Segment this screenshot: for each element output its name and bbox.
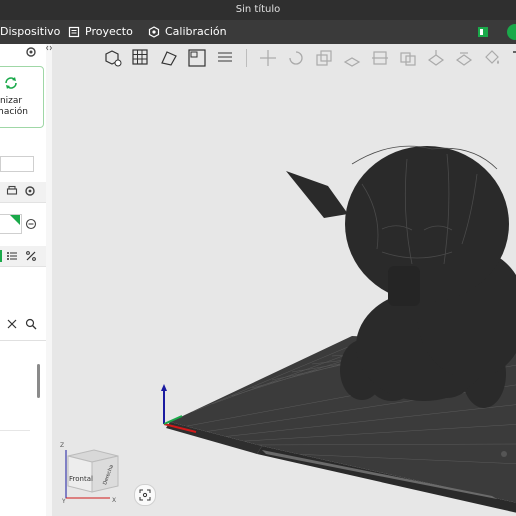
sync-label-line-2: ormación xyxy=(0,107,28,117)
left-panel: cronizar ormación xyxy=(0,44,47,516)
menu-calibracion[interactable]: Calibración xyxy=(148,20,227,44)
menubar: Dispositivo Proyecto Calibración xyxy=(0,20,516,44)
sync-label-line-1: cronizar xyxy=(0,96,23,106)
window-title: Sin título xyxy=(235,4,281,15)
fit-view-icon xyxy=(139,489,151,501)
fit-view-button[interactable] xyxy=(134,484,156,506)
divider xyxy=(0,430,30,431)
view-cube-graphic xyxy=(65,449,119,499)
view-cube[interactable]: Z Y X Frontal Derecha xyxy=(58,440,128,505)
printer-icon[interactable] xyxy=(6,185,18,197)
axis-y-label: Y xyxy=(62,498,66,505)
gear-icon[interactable] xyxy=(24,185,36,197)
sync-label: cronizar ormación xyxy=(0,96,46,118)
tab-indicator[interactable] xyxy=(0,250,4,262)
clear-icon[interactable] xyxy=(7,319,17,329)
axis-x-label: X xyxy=(112,497,117,504)
axis-z-label: Z xyxy=(60,442,65,449)
view-cube-front-label: Frontal xyxy=(69,475,93,483)
calibration-icon xyxy=(148,26,160,38)
divider xyxy=(0,340,46,341)
document-icon xyxy=(68,26,80,38)
menu-proyecto[interactable]: Proyecto xyxy=(68,20,133,44)
plate-notch xyxy=(501,451,507,457)
menu-dispositivo-label: Dispositivo xyxy=(0,25,61,38)
window-titlebar: Sin título xyxy=(0,0,516,20)
corner-flag-icon xyxy=(10,215,20,225)
menu-dispositivo[interactable]: Dispositivo xyxy=(0,20,60,44)
list-icon[interactable] xyxy=(6,250,18,262)
3d-viewport[interactable]: Z Y X Frontal Derecha xyxy=(52,44,516,516)
menu-calibracion-label: Calibración xyxy=(165,25,227,38)
device-page-icon[interactable] xyxy=(477,26,489,38)
search-icon[interactable] xyxy=(25,318,37,330)
remove-icon[interactable] xyxy=(25,218,37,230)
object-list-scrollbar[interactable] xyxy=(37,364,40,398)
percent-icon[interactable] xyxy=(25,250,37,262)
slice-button[interactable] xyxy=(507,24,516,40)
settings-icon[interactable] xyxy=(25,46,37,58)
filament-input[interactable] xyxy=(0,156,34,172)
menu-proyecto-label: Proyecto xyxy=(85,25,133,38)
sync-icon xyxy=(5,77,17,89)
